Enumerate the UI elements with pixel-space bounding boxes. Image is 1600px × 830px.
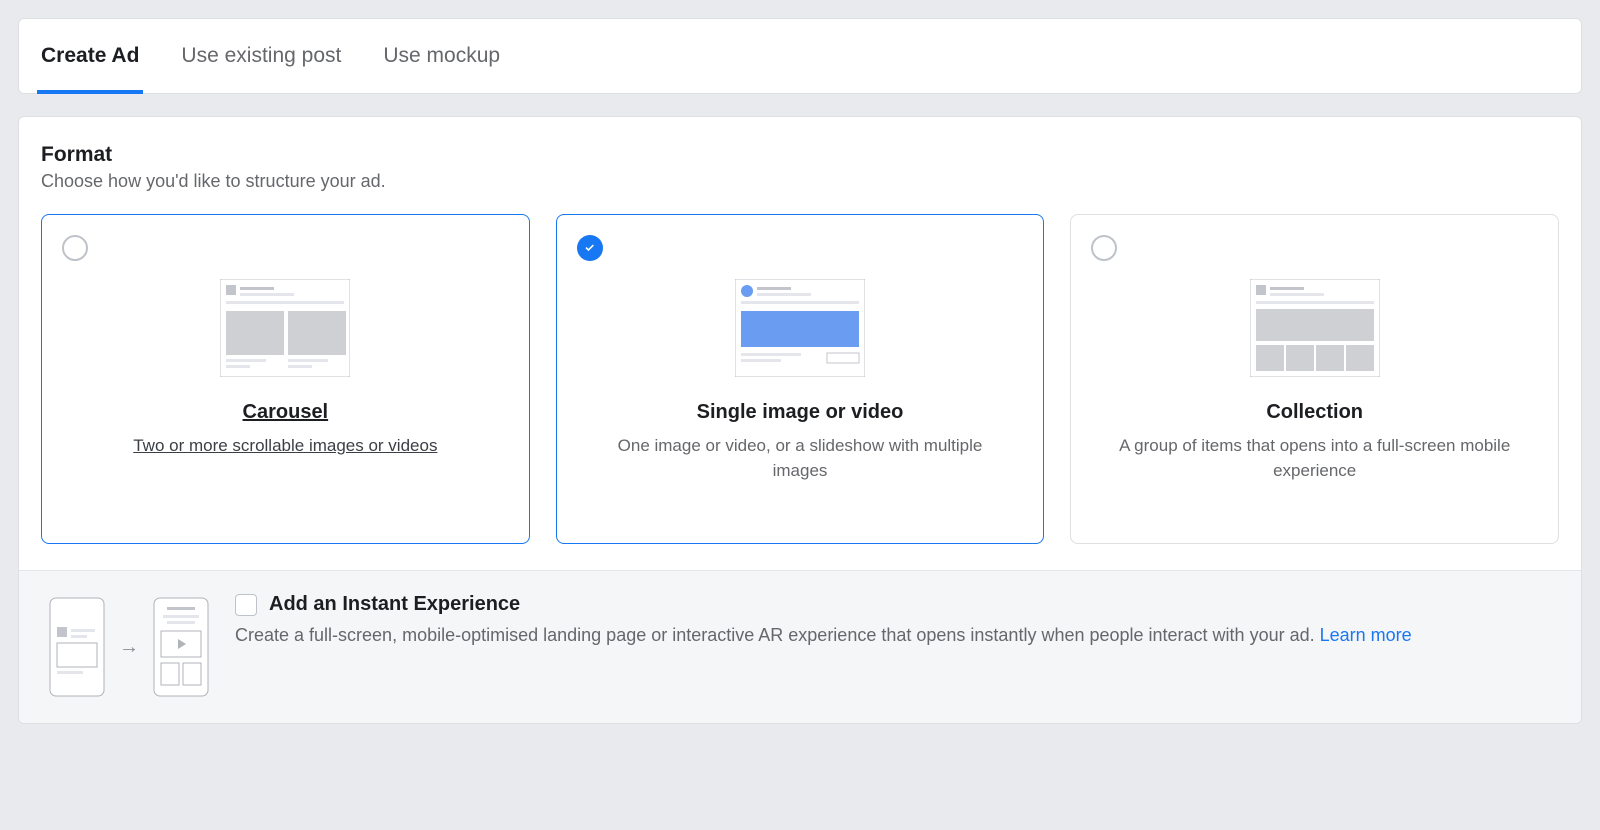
arrow-right-icon: → <box>119 636 139 659</box>
section-title: Format <box>41 143 1559 167</box>
instant-experience-title: Add an Instant Experience <box>269 593 520 616</box>
instant-experience-text: Add an Instant Experience Create a full-… <box>235 593 1551 649</box>
section-subtitle: Choose how you'd like to structure your … <box>41 171 1559 192</box>
card-desc: One image or video, or a slideshow with … <box>593 434 1008 483</box>
radio-carousel[interactable] <box>62 235 88 261</box>
tabs: Create Ad Use existing post Use mockup <box>19 19 1581 93</box>
check-icon <box>583 241 597 255</box>
format-card-collection[interactable]: Collection A group of items that opens i… <box>1070 214 1559 544</box>
instant-experience-row: → Add an Instant Experience Create a ful… <box>19 570 1581 723</box>
instant-experience-desc: Create a full-screen, mobile-optimised l… <box>235 622 1551 649</box>
instant-experience-checkbox[interactable] <box>235 594 257 616</box>
single-thumbnail-icon <box>575 279 1026 377</box>
carousel-thumbnail-icon <box>60 279 511 377</box>
tab-label: Use existing post <box>181 44 341 68</box>
format-card-single[interactable]: Single image or video One image or video… <box>556 214 1045 544</box>
tab-use-existing-post[interactable]: Use existing post <box>181 19 341 93</box>
radio-collection[interactable] <box>1091 235 1117 261</box>
radio-single[interactable] <box>577 235 603 261</box>
tab-create-ad[interactable]: Create Ad <box>41 19 139 93</box>
card-title: Carousel <box>60 401 511 424</box>
collection-thumbnail-icon <box>1089 279 1540 377</box>
card-desc: A group of items that opens into a full-… <box>1107 434 1522 483</box>
card-desc: Two or more scrollable images or videos <box>78 434 493 459</box>
tab-label: Create Ad <box>41 44 139 68</box>
instant-experience-desc-text: Create a full-screen, mobile-optimised l… <box>235 625 1320 645</box>
learn-more-link[interactable]: Learn more <box>1320 625 1412 645</box>
tab-label: Use mockup <box>383 44 500 68</box>
format-cards: Carousel Two or more scrollable images o… <box>41 214 1559 544</box>
card-title: Collection <box>1089 401 1540 424</box>
instant-experience-illustration-icon: → <box>49 593 209 697</box>
card-title: Single image or video <box>575 401 1026 424</box>
tab-use-mockup[interactable]: Use mockup <box>383 19 500 93</box>
format-panel: Format Choose how you'd like to structur… <box>18 116 1582 724</box>
format-card-carousel[interactable]: Carousel Two or more scrollable images o… <box>41 214 530 544</box>
tabs-panel: Create Ad Use existing post Use mockup <box>18 18 1582 94</box>
